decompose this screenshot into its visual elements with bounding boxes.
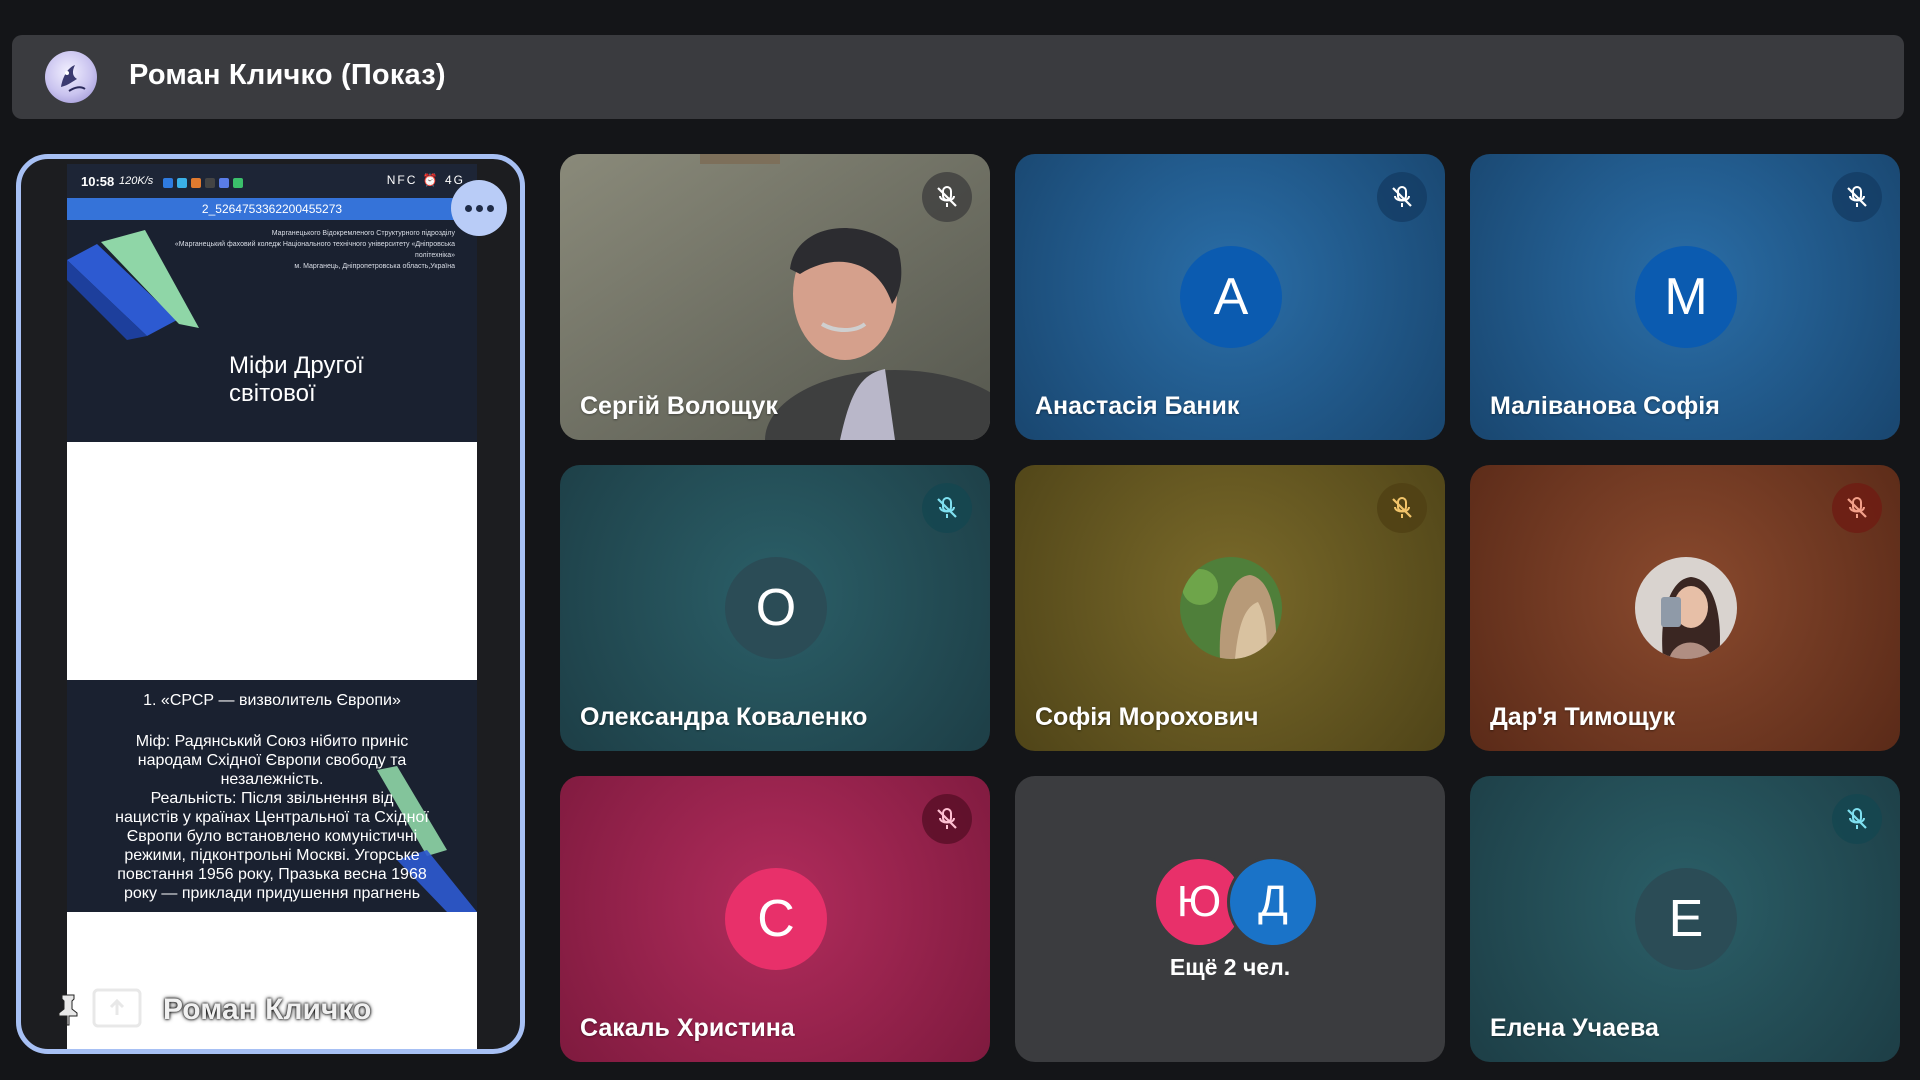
pin-icon[interactable]	[57, 993, 79, 1027]
participant-name: Дар'я Тимощук	[1490, 703, 1676, 731]
file-name-bar: 2_5264753362200455273	[67, 198, 477, 220]
more-participants-tile[interactable]: Ю Д Ещё 2 чел.	[1015, 776, 1445, 1062]
presentation-tile[interactable]: 10:58 120K/s NFC ⏰ 4G 2_5264753362200455…	[16, 154, 525, 1054]
mic-off-icon	[937, 497, 957, 518]
dot-icon	[475, 204, 483, 212]
participant-name: Маліванова Софія	[1490, 392, 1720, 420]
participant-name: Елена Учаева	[1490, 1014, 1659, 1042]
mic-off-icon	[937, 808, 957, 829]
participant-avatar	[1635, 557, 1737, 659]
dot-icon	[464, 204, 472, 212]
participant-tile[interactable]: А Анастасія Баник	[1015, 154, 1445, 440]
participant-avatar: M	[1635, 246, 1737, 348]
participant-name: Сергій Волощук	[580, 392, 778, 420]
presenter-name-label: Роман Кличко	[163, 993, 372, 1026]
mic-off-icon	[1847, 186, 1867, 207]
participant-tile[interactable]: M Маліванова Софія	[1470, 154, 1900, 440]
mic-off-icon	[1847, 808, 1867, 829]
presenter-title: Роман Кличко (Показ)	[129, 59, 446, 91]
participant-tile[interactable]: Сергій Волощук	[560, 154, 990, 440]
muted-mic-badge	[1377, 172, 1427, 222]
shared-screen: 10:58 120K/s NFC ⏰ 4G 2_5264753362200455…	[67, 164, 477, 1049]
status-right: NFC ⏰ 4G	[386, 173, 465, 187]
participant-tile[interactable]: Софія Морохович	[1015, 465, 1445, 751]
participant-tile[interactable]: O Олександра Коваленко	[560, 465, 990, 751]
participant-avatar: А	[1180, 246, 1282, 348]
mic-off-icon	[1847, 497, 1867, 518]
slide-title: Марганецького Відокремленого Структурног…	[67, 220, 477, 442]
muted-mic-badge	[1832, 172, 1882, 222]
phone-status-bar: 10:58 120K/s NFC ⏰ 4G	[67, 164, 477, 198]
participant-avatar: C	[725, 868, 827, 970]
muted-mic-badge	[922, 172, 972, 222]
slide-body: Міф: Радянський Союз нібито приніс народ…	[115, 733, 429, 902]
mic-off-icon	[1392, 186, 1412, 207]
presenter-avatar	[45, 51, 97, 103]
participant-name: Анастасія Баник	[1035, 392, 1240, 420]
slide-heading: 1. «СРСР — визволитель Європи»	[143, 692, 401, 709]
dot-icon	[486, 204, 494, 212]
muted-mic-badge	[922, 794, 972, 844]
presenter-bar: Роман Кличко (Показ)	[12, 35, 1904, 119]
participant-name: Олександра Коваленко	[580, 703, 868, 731]
mic-off-icon	[1392, 497, 1412, 518]
participant-avatar: Д	[1227, 856, 1319, 948]
status-time: 10:58	[81, 174, 115, 189]
participant-tile[interactable]: Дар'я Тимощук	[1470, 465, 1900, 751]
participant-name: Сакаль Христина	[580, 1014, 795, 1042]
participant-tile[interactable]: C Сакаль Христина	[560, 776, 990, 1062]
status-speed: 120K/s	[119, 175, 154, 187]
muted-mic-badge	[1832, 794, 1882, 844]
participant-avatar	[1180, 557, 1282, 659]
muted-mic-badge	[1377, 483, 1427, 533]
presentation-icon	[92, 988, 142, 1028]
participant-avatar: E	[1635, 868, 1737, 970]
more-participants-label: Ещё 2 чел.	[1169, 954, 1291, 980]
slide-header: Марганецького Відокремленого Структурног…	[174, 230, 455, 270]
mic-off-icon	[937, 186, 957, 207]
blank-area	[67, 442, 477, 680]
participant-tile[interactable]: E Елена Учаева	[1470, 776, 1900, 1062]
muted-mic-badge	[922, 483, 972, 533]
participant-name: Софія Морохович	[1035, 703, 1259, 731]
more-options-button[interactable]	[451, 180, 507, 236]
participant-avatar: O	[725, 557, 827, 659]
slide-title-text: Міфи Другої світової	[229, 352, 364, 407]
slide-content: 1. «СРСР — визволитель Європи» Міф: Радя…	[67, 680, 477, 912]
muted-mic-badge	[1832, 483, 1882, 533]
status-app-icons	[163, 176, 247, 191]
